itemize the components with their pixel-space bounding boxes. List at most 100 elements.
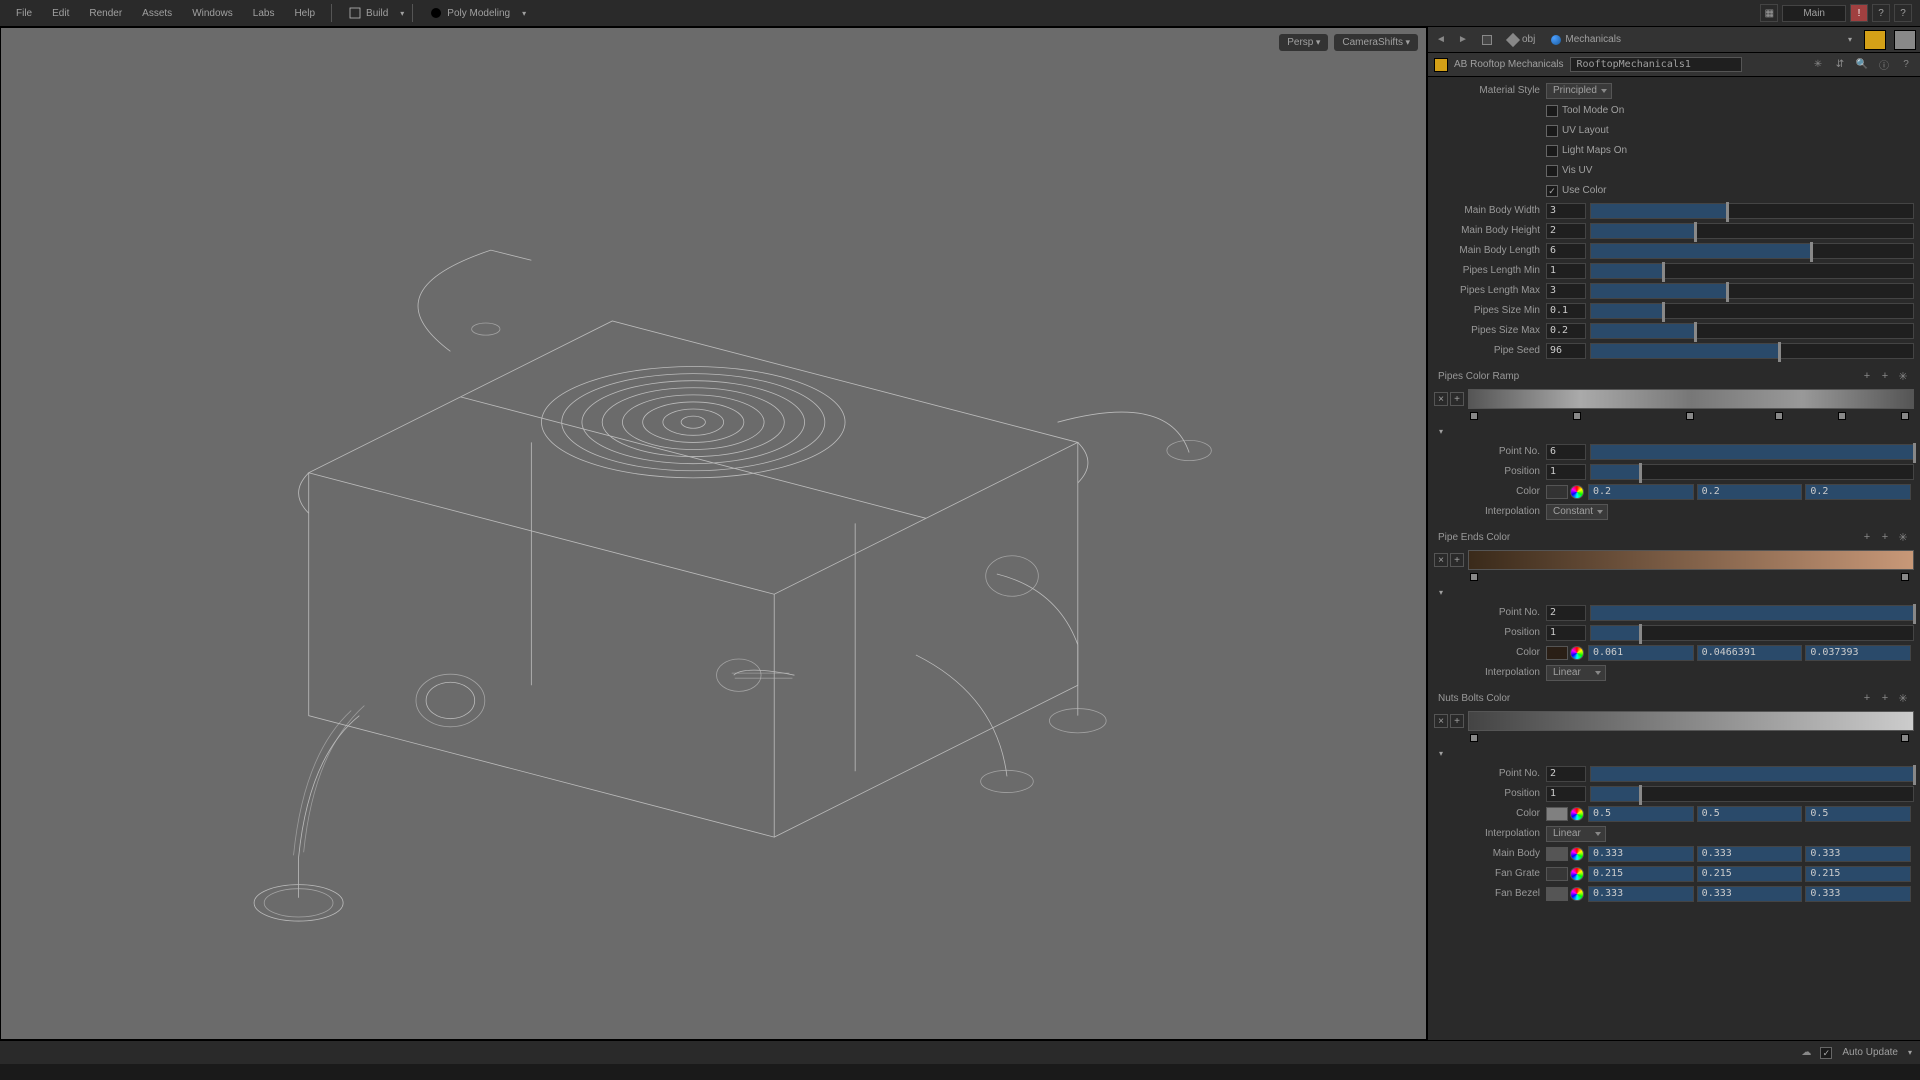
info-icon[interactable]: ⓘ <box>1876 57 1892 73</box>
disclosure-icon[interactable]: ▾ <box>1434 747 1448 761</box>
pipes-len-max-slider[interactable] <box>1590 283 1914 299</box>
path-root[interactable] <box>1476 33 1498 47</box>
material-style-dropdown[interactable]: Principled <box>1546 83 1612 99</box>
cloud-icon[interactable]: ☁ <box>1798 1045 1814 1061</box>
pipes-len-min-input[interactable] <box>1546 263 1586 279</box>
auto-update-checkbox[interactable] <box>1820 1047 1832 1059</box>
menu-help[interactable]: Help <box>286 4 323 23</box>
shelf-poly-caret[interactable]: ▾ <box>522 9 526 18</box>
point-no-input[interactable] <box>1546 444 1586 460</box>
color-swatch[interactable] <box>1546 867 1568 881</box>
menu-labs[interactable]: Labs <box>245 4 283 23</box>
main-body-length-input[interactable] <box>1546 243 1586 259</box>
color-picker-icon[interactable] <box>1570 807 1584 821</box>
desktop-icon[interactable]: ▦ <box>1760 4 1778 22</box>
search-icon[interactable]: 🔍 <box>1854 57 1870 73</box>
point-no-slider[interactable] <box>1590 766 1914 782</box>
ramp-add-icon[interactable]: + <box>1860 369 1874 383</box>
color-b-input[interactable]: 0.215 <box>1805 866 1911 882</box>
menu-assets[interactable]: Assets <box>134 4 180 23</box>
ramp-add-icon[interactable]: + <box>1860 691 1874 705</box>
disclosure-icon[interactable]: ▾ <box>1434 586 1448 600</box>
nav-forward-icon[interactable]: ► <box>1454 31 1472 49</box>
point-no-slider[interactable] <box>1590 444 1914 460</box>
pipes-size-min-input[interactable] <box>1546 303 1586 319</box>
shelf-poly-modeling[interactable]: Poly Modeling <box>421 2 518 24</box>
position-input[interactable] <box>1546 625 1586 641</box>
menu-render[interactable]: Render <box>81 4 130 23</box>
inspector-toggle[interactable] <box>1894 30 1916 50</box>
color-picker-icon[interactable] <box>1570 867 1584 881</box>
color-r-input[interactable]: 0.2 <box>1588 484 1694 500</box>
color-r-input[interactable]: 0.5 <box>1588 806 1694 822</box>
interp-dropdown[interactable]: Linear <box>1546 665 1606 681</box>
position-slider[interactable] <box>1590 625 1914 641</box>
node-name[interactable]: RooftopMechanicals1 <box>1570 57 1742 72</box>
ramp-point-marker[interactable] <box>1470 573 1478 581</box>
ramp-point-marker[interactable] <box>1901 734 1909 742</box>
disclosure-icon[interactable]: ▾ <box>1434 425 1448 439</box>
color-swatch[interactable] <box>1546 847 1568 861</box>
ramp-point-marker[interactable] <box>1686 412 1694 420</box>
color-picker-icon[interactable] <box>1570 646 1584 660</box>
main-body-height-input[interactable] <box>1546 223 1586 239</box>
color-g-input[interactable]: 0.2 <box>1697 484 1803 500</box>
color-g-input[interactable]: 0.0466391 <box>1697 645 1803 661</box>
use-color-checkbox[interactable] <box>1546 185 1558 197</box>
main-body-width-input[interactable] <box>1546 203 1586 219</box>
color-r-input[interactable]: 0.215 <box>1588 866 1694 882</box>
light-maps-checkbox[interactable] <box>1546 145 1558 157</box>
interp-dropdown[interactable]: Constant <box>1546 504 1608 520</box>
vis-uv-checkbox[interactable] <box>1546 165 1558 177</box>
ramp-remove-icon[interactable]: + <box>1878 369 1892 383</box>
shelf-build-caret[interactable]: ▾ <box>400 9 404 18</box>
network-toggle[interactable] <box>1864 30 1886 50</box>
link-icon[interactable]: ⇵ <box>1832 57 1848 73</box>
pipes-color-ramp-track[interactable] <box>1468 389 1914 409</box>
color-b-input[interactable]: 0.333 <box>1805 846 1911 862</box>
position-input[interactable] <box>1546 786 1586 802</box>
gear-icon[interactable]: ✳ <box>1810 57 1826 73</box>
ramp-point-marker[interactable] <box>1573 412 1581 420</box>
ramp-point-marker[interactable] <box>1901 412 1909 420</box>
point-no-input[interactable] <box>1546 605 1586 621</box>
uv-layout-checkbox[interactable] <box>1546 125 1558 137</box>
color-swatch[interactable] <box>1546 887 1568 901</box>
ramp-del-button[interactable]: × <box>1434 714 1448 728</box>
3d-viewport[interactable]: Persp ▾ CameraShifts ▾ <box>0 27 1427 1040</box>
ramp-reset-icon[interactable]: ✳ <box>1896 369 1910 383</box>
color-b-input[interactable]: 0.037393 <box>1805 645 1911 661</box>
color-picker-icon[interactable] <box>1570 887 1584 901</box>
path-node[interactable]: Mechanicals <box>1545 32 1627 47</box>
pipe-seed-slider[interactable] <box>1590 343 1914 359</box>
point-no-slider[interactable] <box>1590 605 1914 621</box>
color-swatch[interactable] <box>1546 646 1568 660</box>
color-swatch[interactable] <box>1546 485 1568 499</box>
help-icon[interactable]: ? <box>1894 4 1912 22</box>
ramp-reset-icon[interactable]: ✳ <box>1896 530 1910 544</box>
viewport-preset-selector[interactable]: CameraShifts ▾ <box>1334 34 1418 51</box>
ramp-remove-icon[interactable]: + <box>1878 691 1892 705</box>
main-body-width-slider[interactable] <box>1590 203 1914 219</box>
position-slider[interactable] <box>1590 786 1914 802</box>
pipes-size-max-slider[interactable] <box>1590 323 1914 339</box>
pipes-size-max-input[interactable] <box>1546 323 1586 339</box>
warn-icon[interactable]: ! <box>1850 4 1868 22</box>
ramp-point-marker[interactable] <box>1901 573 1909 581</box>
help-icon[interactable]: ? <box>1898 57 1914 73</box>
viewport-canvas[interactable] <box>1 68 1426 999</box>
color-picker-icon[interactable] <box>1570 847 1584 861</box>
menu-edit[interactable]: Edit <box>44 4 77 23</box>
color-picker-icon[interactable] <box>1570 485 1584 499</box>
tool-mode-checkbox[interactable] <box>1546 105 1558 117</box>
ramp-point-marker[interactable] <box>1470 734 1478 742</box>
ramp-point-marker[interactable] <box>1470 412 1478 420</box>
color-g-input[interactable]: 0.333 <box>1697 886 1803 902</box>
color-g-input[interactable]: 0.333 <box>1697 846 1803 862</box>
desktop-selector[interactable]: Main <box>1782 5 1846 22</box>
ramp-add-button[interactable]: + <box>1450 392 1464 406</box>
color-b-input[interactable]: 0.333 <box>1805 886 1911 902</box>
ramp-add-button[interactable]: + <box>1450 714 1464 728</box>
ramp-point-marker[interactable] <box>1838 412 1846 420</box>
ramp-del-button[interactable]: × <box>1434 553 1448 567</box>
